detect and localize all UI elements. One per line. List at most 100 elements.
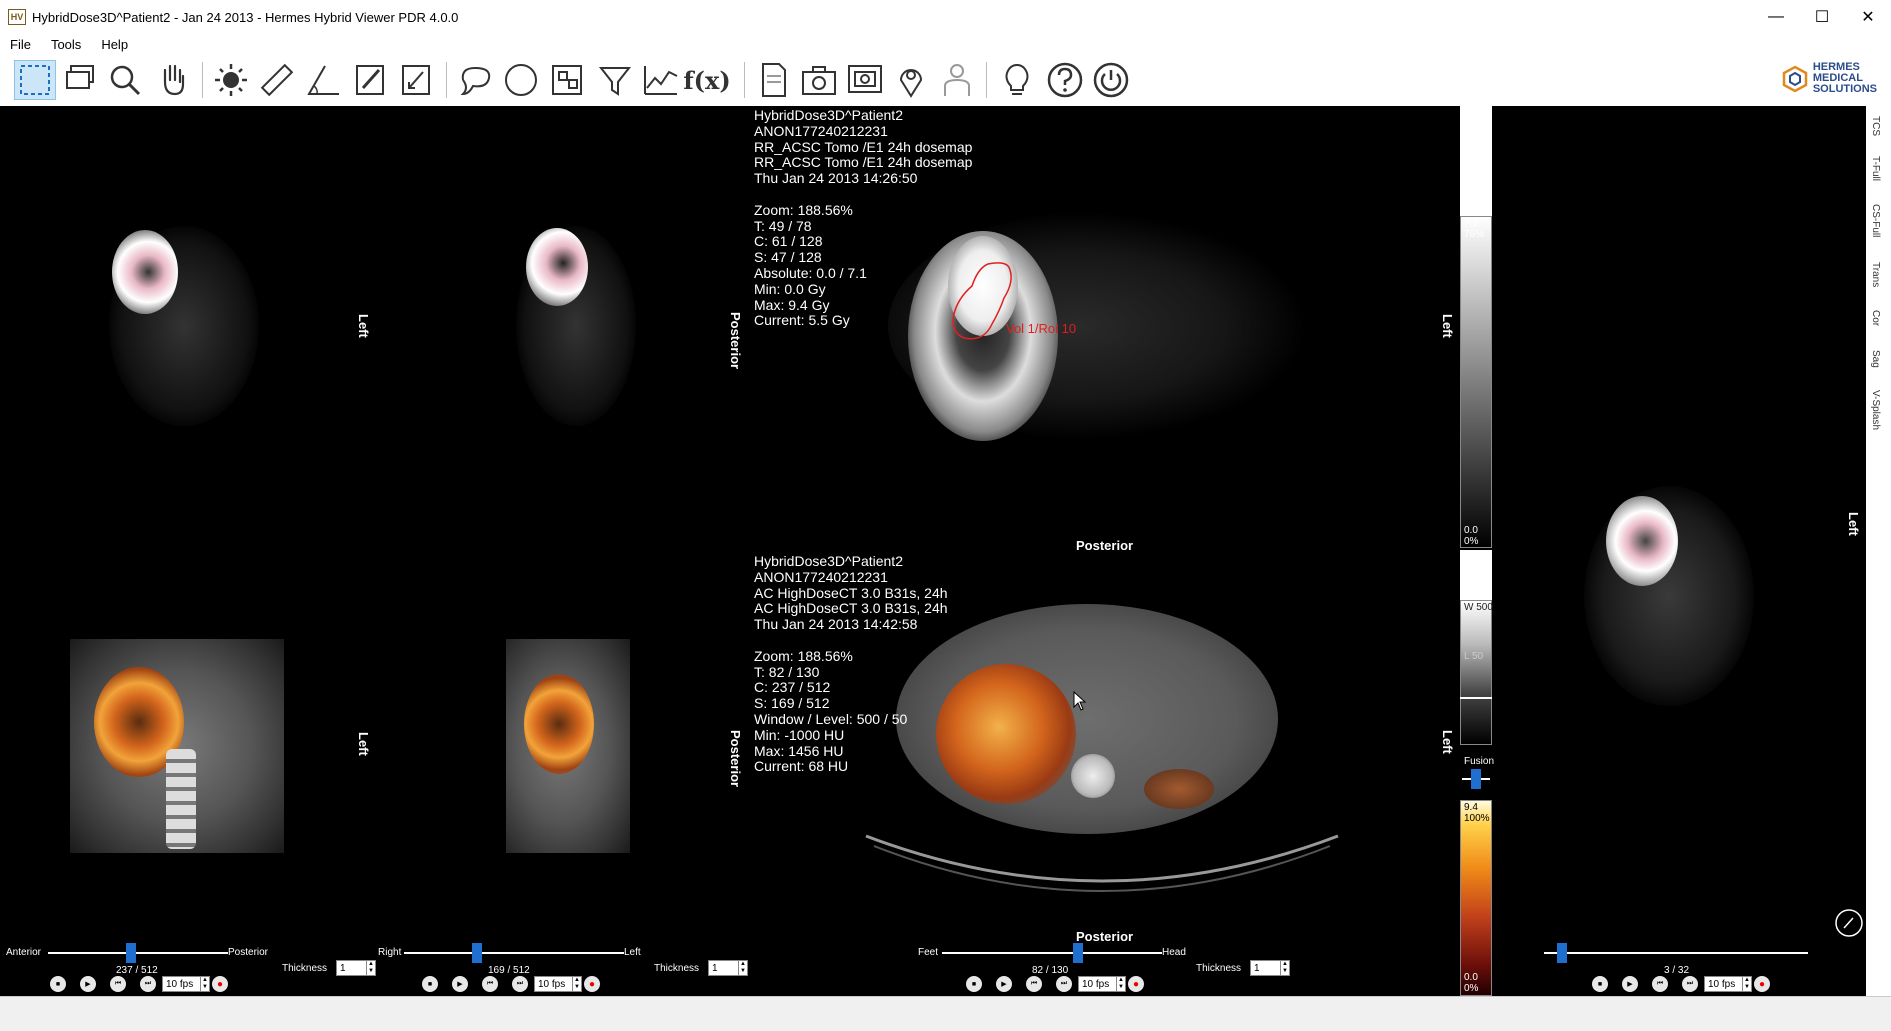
coronal-stop-button[interactable]: ■ (50, 976, 66, 992)
sagittal-stop-button[interactable]: ■ (422, 976, 438, 992)
coronal-first-button[interactable]: ⏮ (110, 976, 126, 992)
side-tab[interactable]: Sag (1870, 350, 1881, 368)
coronal-last-button[interactable]: ⏭ (140, 976, 156, 992)
mip-slider-thumb[interactable] (1557, 943, 1568, 963)
side-tab[interactable]: TCS (1870, 116, 1881, 136)
arrow-tool-button[interactable] (396, 60, 438, 100)
marker-button[interactable] (890, 60, 932, 100)
spinner-arrows-icon[interactable]: ▲ ▼ (366, 961, 375, 975)
sagittal-record-button[interactable]: ● (584, 976, 600, 992)
mip-play-button[interactable]: ▶ (1622, 976, 1638, 992)
sagittal-slice-counter: 169 / 512 (488, 965, 530, 976)
transverse-last-button[interactable]: ⏭ (1056, 976, 1072, 992)
function-button[interactable]: f(x) (683, 60, 731, 100)
document-icon (762, 63, 786, 97)
mip-fps-input[interactable]: 10 fps ▲ ▼ (1704, 976, 1752, 992)
transverse-fps-input[interactable]: 10 fps ▲ ▼ (1078, 976, 1126, 992)
report-button[interactable] (752, 60, 794, 100)
transverse-start-label: Feet (918, 947, 939, 958)
sagittal-slice-slider[interactable] (404, 952, 624, 954)
transverse-stop-button[interactable]: ■ (966, 976, 982, 992)
mip-last-button[interactable]: ⏭ (1682, 976, 1698, 992)
coronal-slice-slider[interactable] (48, 952, 228, 954)
toolbar-separator (202, 62, 203, 98)
skip-back-icon: ⏮ (114, 980, 122, 987)
coronal-ct-view[interactable] (70, 639, 284, 853)
patient-button[interactable] (936, 60, 978, 100)
freehand-roi-button[interactable] (454, 60, 496, 100)
brightness-tool-button[interactable] (210, 60, 252, 100)
transverse-slice-slider[interactable] (942, 952, 1162, 954)
coronal-play-button[interactable]: ▶ (80, 976, 96, 992)
filter-button[interactable] (594, 60, 636, 100)
side-tab[interactable]: V-Splash (1870, 390, 1881, 430)
sagittal-fps-input[interactable]: 10 fps ▲ ▼ (534, 976, 582, 992)
function-icon: f(x) (683, 65, 731, 95)
coronal-record-button[interactable]: ● (212, 976, 228, 992)
side-tab[interactable]: Cor (1870, 310, 1881, 326)
layers-tool-button[interactable] (60, 60, 102, 100)
side-tab[interactable]: CS-Full (1870, 204, 1881, 237)
curve-button[interactable] (640, 60, 682, 100)
tips-button[interactable] (996, 60, 1038, 100)
mip-first-button[interactable]: ⏮ (1652, 976, 1668, 992)
spinner-arrows-icon[interactable]: ▲ ▼ (738, 961, 747, 975)
sagittal-ct-view[interactable] (506, 639, 630, 853)
info-line: ANON177240212231 (754, 122, 888, 139)
sagittal-first-button[interactable]: ⏮ (482, 976, 498, 992)
sagittal-slider-thumb[interactable] (471, 943, 482, 963)
sagittal-play-button[interactable]: ▶ (452, 976, 468, 992)
region-grow-button[interactable] (546, 60, 588, 100)
mip-frame-slider[interactable] (1544, 952, 1808, 954)
angle-tool-button[interactable] (302, 60, 344, 100)
fusion-slider-thumb[interactable] (1471, 769, 1481, 789)
sagittal-spect-view[interactable] (376, 106, 746, 526)
spinner-arrows-icon[interactable]: ▲ ▼ (1116, 977, 1125, 991)
mip-record-button[interactable]: ● (1754, 976, 1770, 992)
transverse-record-button[interactable]: ● (1128, 976, 1144, 992)
snapshot-button[interactable] (798, 60, 840, 100)
transverse-thickness-input[interactable]: 1 ▲ ▼ (1250, 960, 1290, 976)
menu-tools[interactable]: Tools (41, 37, 91, 52)
annotate-tool-button[interactable] (350, 60, 392, 100)
spinner-arrows-icon[interactable]: ▲ ▼ (200, 977, 209, 991)
spinner-arrows-icon[interactable]: ▲ ▼ (1742, 977, 1751, 991)
side-tab[interactable]: T-Full (1870, 156, 1881, 181)
dose-hot-colorbar[interactable] (1460, 800, 1492, 996)
sagittal-last-button[interactable]: ⏭ (512, 976, 528, 992)
menu-help[interactable]: Help (91, 37, 138, 52)
image-viewer[interactable]: Left Posterior Vol 1/Roi 10 HybridDose3D… (4, 106, 1866, 996)
side-tab[interactable]: Trans (1870, 262, 1881, 287)
fps-value: 10 fps (1082, 978, 1110, 990)
coronal-slider-thumb[interactable] (125, 943, 136, 963)
mip-view[interactable] (1494, 106, 1870, 976)
select-tool-button[interactable] (14, 60, 56, 100)
transverse-slider-thumb[interactable] (1073, 943, 1084, 963)
transverse-play-button[interactable]: ▶ (996, 976, 1012, 992)
circle-roi-button[interactable] (500, 60, 542, 100)
coronal-thickness-input[interactable]: 1 ▲ ▼ (336, 960, 376, 976)
dose-grayscale-colorbar[interactable] (1460, 216, 1492, 548)
pan-tool-button[interactable] (152, 60, 194, 100)
minimize-button[interactable]: — (1753, 0, 1799, 34)
exit-button[interactable] (1090, 60, 1132, 100)
sagittal-thickness-input[interactable]: 1 ▲ ▼ (708, 960, 748, 976)
transverse-first-button[interactable]: ⏮ (1026, 976, 1042, 992)
screen-capture-button[interactable] (844, 60, 886, 100)
help-button[interactable] (1044, 60, 1086, 100)
spinner-arrows-icon[interactable]: ▲ ▼ (572, 977, 581, 991)
spinner-arrows-icon[interactable]: ▲ ▼ (1280, 961, 1289, 975)
menu-file[interactable]: File (0, 37, 41, 52)
coronal-fps-input[interactable]: 10 fps ▲ ▼ (162, 976, 210, 992)
ruler-tool-button[interactable] (256, 60, 298, 100)
close-button[interactable]: ✕ (1845, 0, 1891, 34)
transverse-ct-view[interactable] (896, 604, 1278, 834)
rotate-icon[interactable] (1834, 908, 1864, 938)
zoom-tool-button[interactable] (104, 60, 146, 100)
record-icon: ● (588, 978, 596, 990)
coronal-spect-view[interactable] (4, 106, 374, 526)
ct-window-colorbar[interactable] (1460, 600, 1492, 745)
maximize-button[interactable]: ☐ (1799, 0, 1845, 34)
mip-stop-button[interactable]: ■ (1592, 976, 1608, 992)
skip-forward-icon: ⏭ (144, 980, 152, 987)
